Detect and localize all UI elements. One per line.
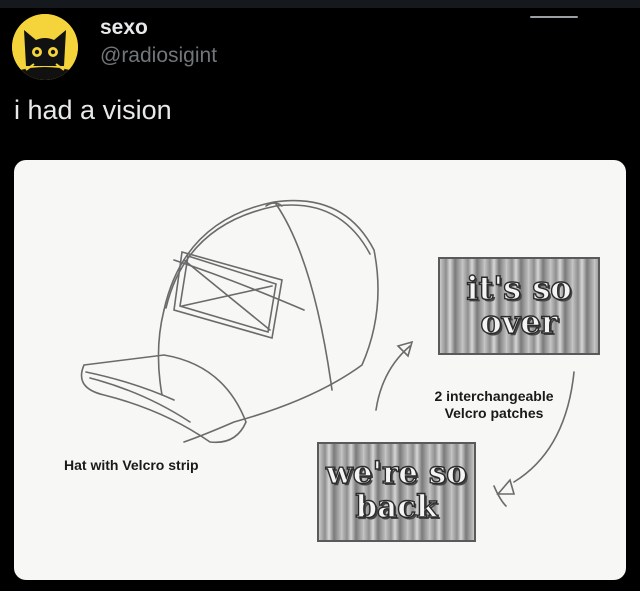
author-display-name[interactable]: sexo <box>100 16 148 40</box>
patch-were-so-back: we're so back <box>317 442 476 542</box>
tweet-media-image[interactable]: Hat with Velcro strip 2 interchangeable … <box>14 160 626 580</box>
patch-back-text: we're so back <box>319 455 474 525</box>
patches-label-line2: Velcro patches <box>444 405 544 421</box>
more-menu-indicator[interactable] <box>530 16 578 18</box>
black-cat-avatar-icon <box>12 14 78 80</box>
author-handle[interactable]: @radiosigint <box>100 44 217 68</box>
patch-its-so-over: it's so over <box>438 257 600 355</box>
patch-back-line1: we're so <box>325 455 467 491</box>
patch-back-line2: back <box>355 489 439 525</box>
hat-label: Hat with Velcro strip <box>64 457 199 473</box>
top-bar <box>0 0 640 8</box>
patches-label: 2 interchangeable Velcro patches <box>409 388 579 422</box>
patch-over-text: it's so over <box>440 269 598 341</box>
avatar[interactable] <box>12 14 78 80</box>
tweet-text: i had a vision <box>14 95 172 125</box>
patches-label-line1: 2 interchangeable <box>434 388 554 404</box>
patch-over-line2: over <box>480 303 559 341</box>
patch-over-line1: it's so <box>466 269 573 307</box>
